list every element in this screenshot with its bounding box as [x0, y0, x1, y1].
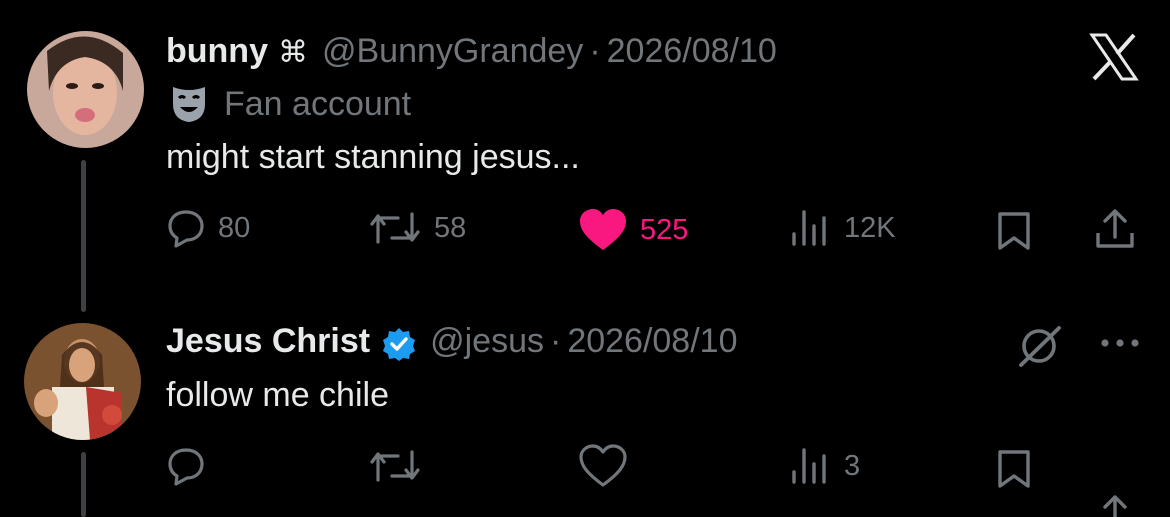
tweet-date[interactable]: 2026/08/10 — [607, 32, 777, 71]
tweet-date[interactable]: 2026/08/10 — [567, 322, 737, 361]
bookmark-icon[interactable] — [996, 211, 1032, 251]
share-icon[interactable] — [1093, 493, 1137, 517]
avatar-bunny[interactable] — [27, 31, 144, 148]
views-button[interactable]: 3 — [790, 446, 860, 486]
views-icon — [790, 208, 832, 248]
verified-badge-icon — [382, 327, 416, 361]
views-icon — [790, 446, 832, 486]
separator: · — [549, 322, 562, 360]
grok-icon[interactable] — [1017, 325, 1063, 367]
like-button[interactable]: 525 — [578, 208, 688, 252]
label-text: Fan account — [224, 84, 412, 123]
x-logo-icon[interactable] — [1089, 33, 1139, 81]
like-count: 525 — [640, 213, 689, 246]
views-count: 3 — [844, 449, 861, 482]
fan-account-label: Fan account — [170, 84, 411, 124]
avatar-jesus[interactable] — [24, 323, 141, 440]
theater-mask-icon — [170, 84, 208, 124]
reply-icon — [166, 446, 206, 486]
tweet-text: follow me chile — [166, 376, 389, 414]
thread-line — [81, 452, 86, 517]
repost-icon — [368, 208, 422, 248]
tweet1-header: bunny ⌘ @BunnyGrandey · 2026/08/10 — [166, 32, 777, 76]
separator: · — [589, 32, 601, 70]
reply-button[interactable]: 80 — [166, 208, 250, 248]
name-symbol: ⌘ — [277, 36, 308, 69]
reply-icon — [166, 208, 206, 248]
handle[interactable]: @jesus — [430, 322, 544, 361]
share-icon[interactable] — [1093, 207, 1137, 251]
display-name[interactable]: Jesus Christ — [166, 322, 370, 361]
repost-button[interactable] — [368, 446, 422, 486]
display-name[interactable]: bunny — [166, 32, 268, 71]
views-button[interactable]: 12K — [790, 208, 896, 248]
like-button[interactable] — [578, 444, 628, 488]
repost-button[interactable]: 58 — [368, 208, 466, 248]
reply-button[interactable] — [166, 446, 206, 486]
repost-icon — [368, 446, 422, 486]
more-icon[interactable] — [1099, 337, 1141, 349]
reply-count: 80 — [218, 211, 251, 244]
tweet2-header: Jesus Christ @jesus · 2026/08/10 — [166, 322, 737, 366]
tweet-text: might start stanning jesus... — [166, 138, 580, 176]
like-icon — [578, 208, 628, 252]
handle[interactable]: @BunnyGrandey — [322, 32, 583, 71]
repost-count: 58 — [434, 211, 467, 244]
like-icon — [578, 444, 628, 488]
bookmark-icon[interactable] — [996, 449, 1032, 489]
views-count: 12K — [844, 211, 896, 244]
thread-line — [81, 160, 86, 312]
